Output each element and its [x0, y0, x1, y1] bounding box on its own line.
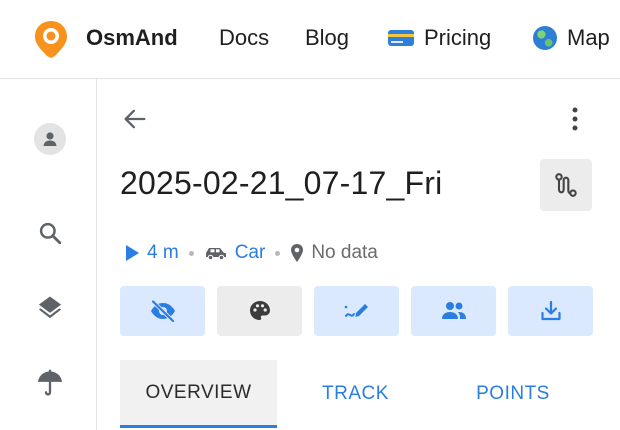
- back-button[interactable]: [119, 103, 151, 135]
- search-icon: [39, 222, 62, 245]
- nav-link-blog[interactable]: Blog: [305, 25, 349, 51]
- top-navigation: OsmAnd Docs Blog Pricing Map: [0, 0, 620, 78]
- download-icon: [540, 300, 561, 321]
- share-people-icon: [441, 302, 466, 319]
- nav-link-docs[interactable]: Docs: [219, 25, 269, 51]
- more-vert-icon: [572, 107, 578, 131]
- arrow-left-icon: [124, 109, 146, 129]
- tab-points[interactable]: POINTS: [434, 360, 592, 428]
- track-profile[interactable]: Car: [235, 242, 266, 264]
- car-icon: [204, 245, 228, 261]
- nav-link-pricing[interactable]: Pricing: [388, 25, 491, 51]
- track-info-row: 4 m Car No data: [124, 239, 378, 267]
- profile-icon: [34, 123, 66, 155]
- tab-track[interactable]: TRACK: [277, 360, 434, 428]
- globe-icon: [533, 26, 557, 50]
- route-icon: [555, 173, 577, 197]
- rail-item-weather[interactable]: [30, 363, 70, 403]
- play-icon: [124, 244, 140, 262]
- nav-link-map-label: Map: [567, 25, 610, 50]
- track-action-bar: [120, 286, 593, 336]
- nav-link-pricing-label: Pricing: [424, 25, 492, 50]
- left-rail: [0, 79, 97, 430]
- track-title: 2025-02-21_07-17_Fri: [120, 165, 443, 201]
- separator-dot: [188, 250, 194, 256]
- share-button[interactable]: [411, 286, 496, 336]
- credit-card-icon: [388, 30, 414, 46]
- download-button[interactable]: [508, 286, 593, 336]
- nav-link-map[interactable]: Map: [533, 25, 610, 51]
- edit-track-icon: [344, 304, 368, 317]
- tab-overview[interactable]: OVERVIEW: [120, 360, 277, 428]
- track-location: No data: [311, 242, 378, 263]
- track-tabs: OVERVIEW TRACK POINTS: [120, 360, 592, 428]
- rail-item-profile[interactable]: [30, 119, 70, 159]
- track-panel: 2025-02-21_07-17_Fri 4 m Car No data OVE…: [97, 79, 620, 430]
- visibility-off-icon: [150, 300, 175, 323]
- toggle-visibility-button[interactable]: [120, 286, 205, 336]
- route-button[interactable]: [540, 159, 592, 211]
- weather-umbrella-icon: [37, 369, 63, 396]
- brand-name[interactable]: OsmAnd: [86, 25, 178, 51]
- location-pin-icon: [290, 243, 304, 263]
- track-duration: 4 m: [147, 242, 179, 263]
- osmand-logo-icon[interactable]: [33, 19, 69, 59]
- palette-icon: [249, 301, 270, 320]
- layers-icon: [38, 296, 62, 319]
- edit-track-button[interactable]: [314, 286, 399, 336]
- more-menu-button[interactable]: [559, 103, 591, 135]
- separator-dot: [275, 250, 281, 256]
- appearance-button[interactable]: [217, 286, 302, 336]
- rail-item-layers[interactable]: [30, 287, 70, 327]
- rail-item-search[interactable]: [30, 213, 70, 253]
